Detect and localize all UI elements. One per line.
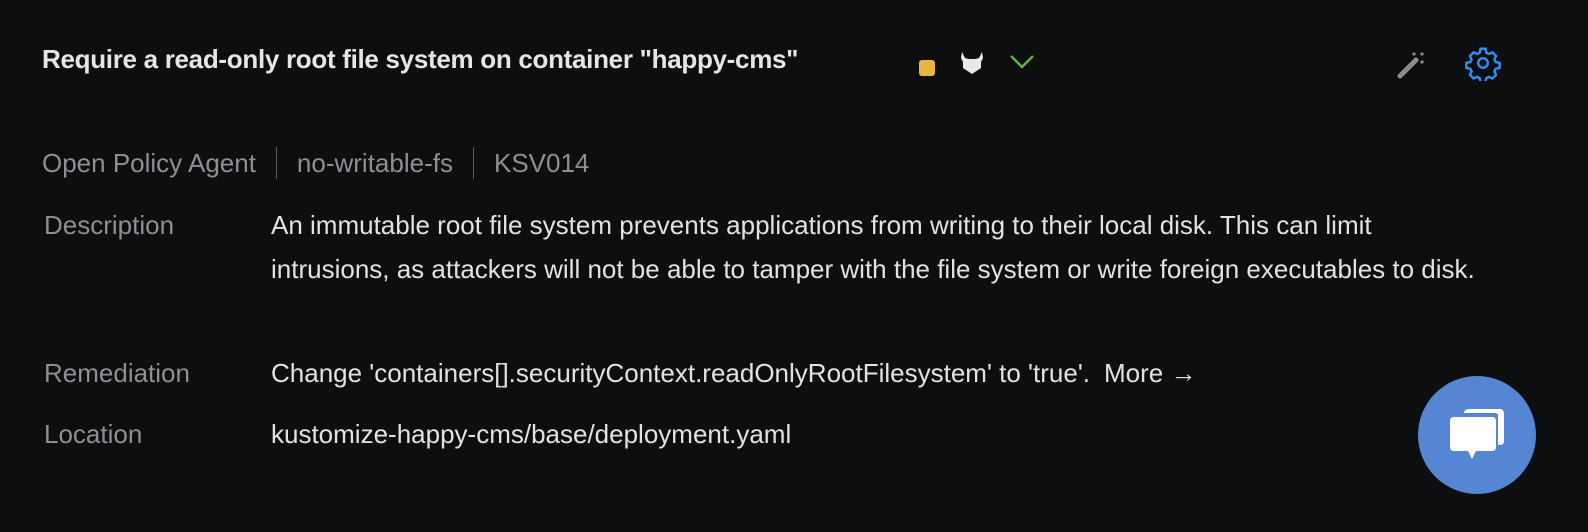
magic-wand-icon[interactable] bbox=[1394, 46, 1428, 85]
rule-meta: Open Policy Agent no-writable-fs KSV014 bbox=[42, 147, 589, 179]
divider bbox=[472, 147, 474, 179]
description-label: Description bbox=[44, 210, 175, 240]
location-path[interactable]: kustomize-happy-cms/base/deployment.yaml bbox=[271, 412, 1491, 456]
location-label: Location bbox=[44, 419, 143, 449]
rule-name: no-writable-fs bbox=[296, 147, 453, 178]
severity-medium-icon bbox=[919, 60, 935, 76]
remediation-value: Change 'containers[].securityContext.rea… bbox=[271, 351, 1491, 395]
engine-name: Open Policy Agent bbox=[42, 147, 256, 178]
chat-bubbles-icon bbox=[1450, 409, 1504, 459]
divider bbox=[275, 147, 277, 179]
remediation-label: Remediation bbox=[44, 358, 190, 388]
description-text: An immutable root file system prevents a… bbox=[271, 210, 1475, 284]
more-link[interactable]: More → bbox=[1104, 358, 1196, 388]
description-row: Description An immutable root file syste… bbox=[44, 203, 1491, 291]
settings-gear-icon[interactable] bbox=[1465, 45, 1501, 86]
chat-button[interactable] bbox=[1418, 376, 1536, 494]
rule-id: KSV014 bbox=[493, 147, 590, 178]
finding-title: Require a read-only root file system on … bbox=[42, 44, 799, 74]
opa-icon bbox=[958, 48, 986, 81]
remediation-row: Remediation Change 'containers[].securit… bbox=[44, 351, 1491, 395]
check-icon bbox=[1008, 52, 1036, 77]
remediation-text: Change 'containers[].securityContext.rea… bbox=[271, 358, 1090, 388]
location-row: Location kustomize-happy-cms/base/deploy… bbox=[44, 412, 1491, 456]
